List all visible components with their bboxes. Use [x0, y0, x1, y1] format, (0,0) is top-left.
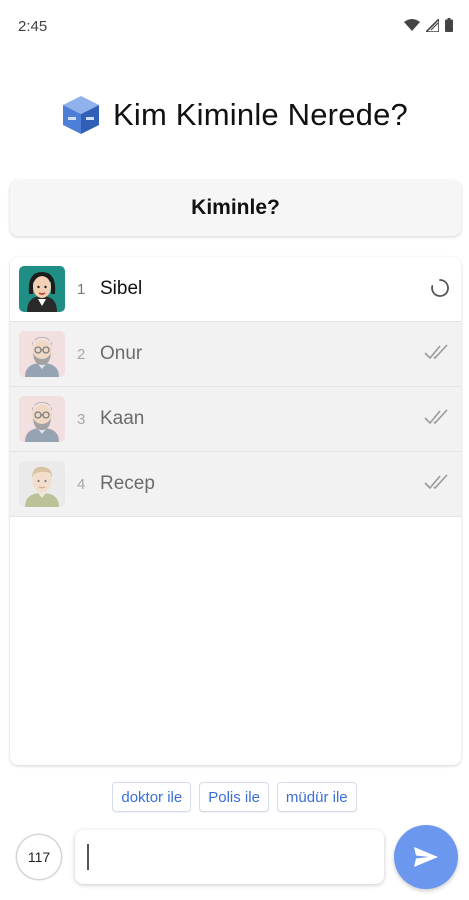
double-check-icon — [424, 409, 448, 425]
player-name: Kaan — [100, 408, 145, 429]
player-name: Onur — [100, 343, 143, 364]
player-row-recep[interactable]: 4 Recep — [10, 452, 461, 516]
row-divider — [10, 516, 461, 517]
bearded-man-glasses-avatar — [19, 396, 65, 442]
player-row-kaan[interactable]: 3 Kaan — [10, 387, 461, 451]
signal-icon — [426, 18, 439, 32]
suggestion-chip[interactable]: doktor ile — [112, 782, 192, 812]
player-number: 3 — [77, 410, 86, 428]
double-check-icon — [424, 474, 448, 490]
app-title: Kim Kiminle Nerede? — [113, 97, 408, 132]
player-name: Recep — [100, 473, 155, 494]
double-check-icon — [424, 344, 448, 360]
bearded-man-glasses-avatar — [19, 331, 65, 377]
player-list: 1 Sibel 2 Onur 3 Kaan 4 Recep — [10, 257, 461, 765]
status-time: 2:45 — [18, 18, 48, 35]
answer-input[interactable] — [75, 830, 384, 884]
suggestion-chip[interactable]: Polis ile — [199, 782, 269, 812]
player-number: 2 — [77, 345, 86, 363]
player-row-sibel[interactable]: 1 Sibel — [10, 257, 461, 321]
woman-avatar — [19, 266, 65, 312]
battery-icon — [445, 18, 453, 32]
status-icons — [404, 18, 453, 32]
player-number: 1 — [77, 280, 86, 298]
player-number: 4 — [77, 475, 86, 493]
send-icon — [414, 847, 438, 867]
question-title: Kiminle? — [191, 196, 280, 219]
player-row-onur[interactable]: 2 Onur — [10, 322, 461, 386]
status-bar: 2:45 — [0, 0, 469, 56]
suggestion-chip[interactable]: müdür ile — [276, 782, 357, 812]
suggestion-chips: doktor ile Polis ile müdür ile — [0, 782, 469, 812]
man-avatar — [19, 461, 65, 507]
loading-spinner-icon — [431, 279, 449, 297]
send-button[interactable] — [394, 825, 458, 889]
text-caret — [87, 844, 89, 870]
app-title-row: Kim Kiminle Nerede? — [0, 88, 469, 142]
player-name: Sibel — [100, 278, 143, 299]
question-header: Kiminle? — [10, 180, 461, 236]
cube-logo-icon — [63, 96, 99, 134]
wifi-icon — [404, 18, 420, 31]
character-counter: 117 — [17, 835, 61, 879]
